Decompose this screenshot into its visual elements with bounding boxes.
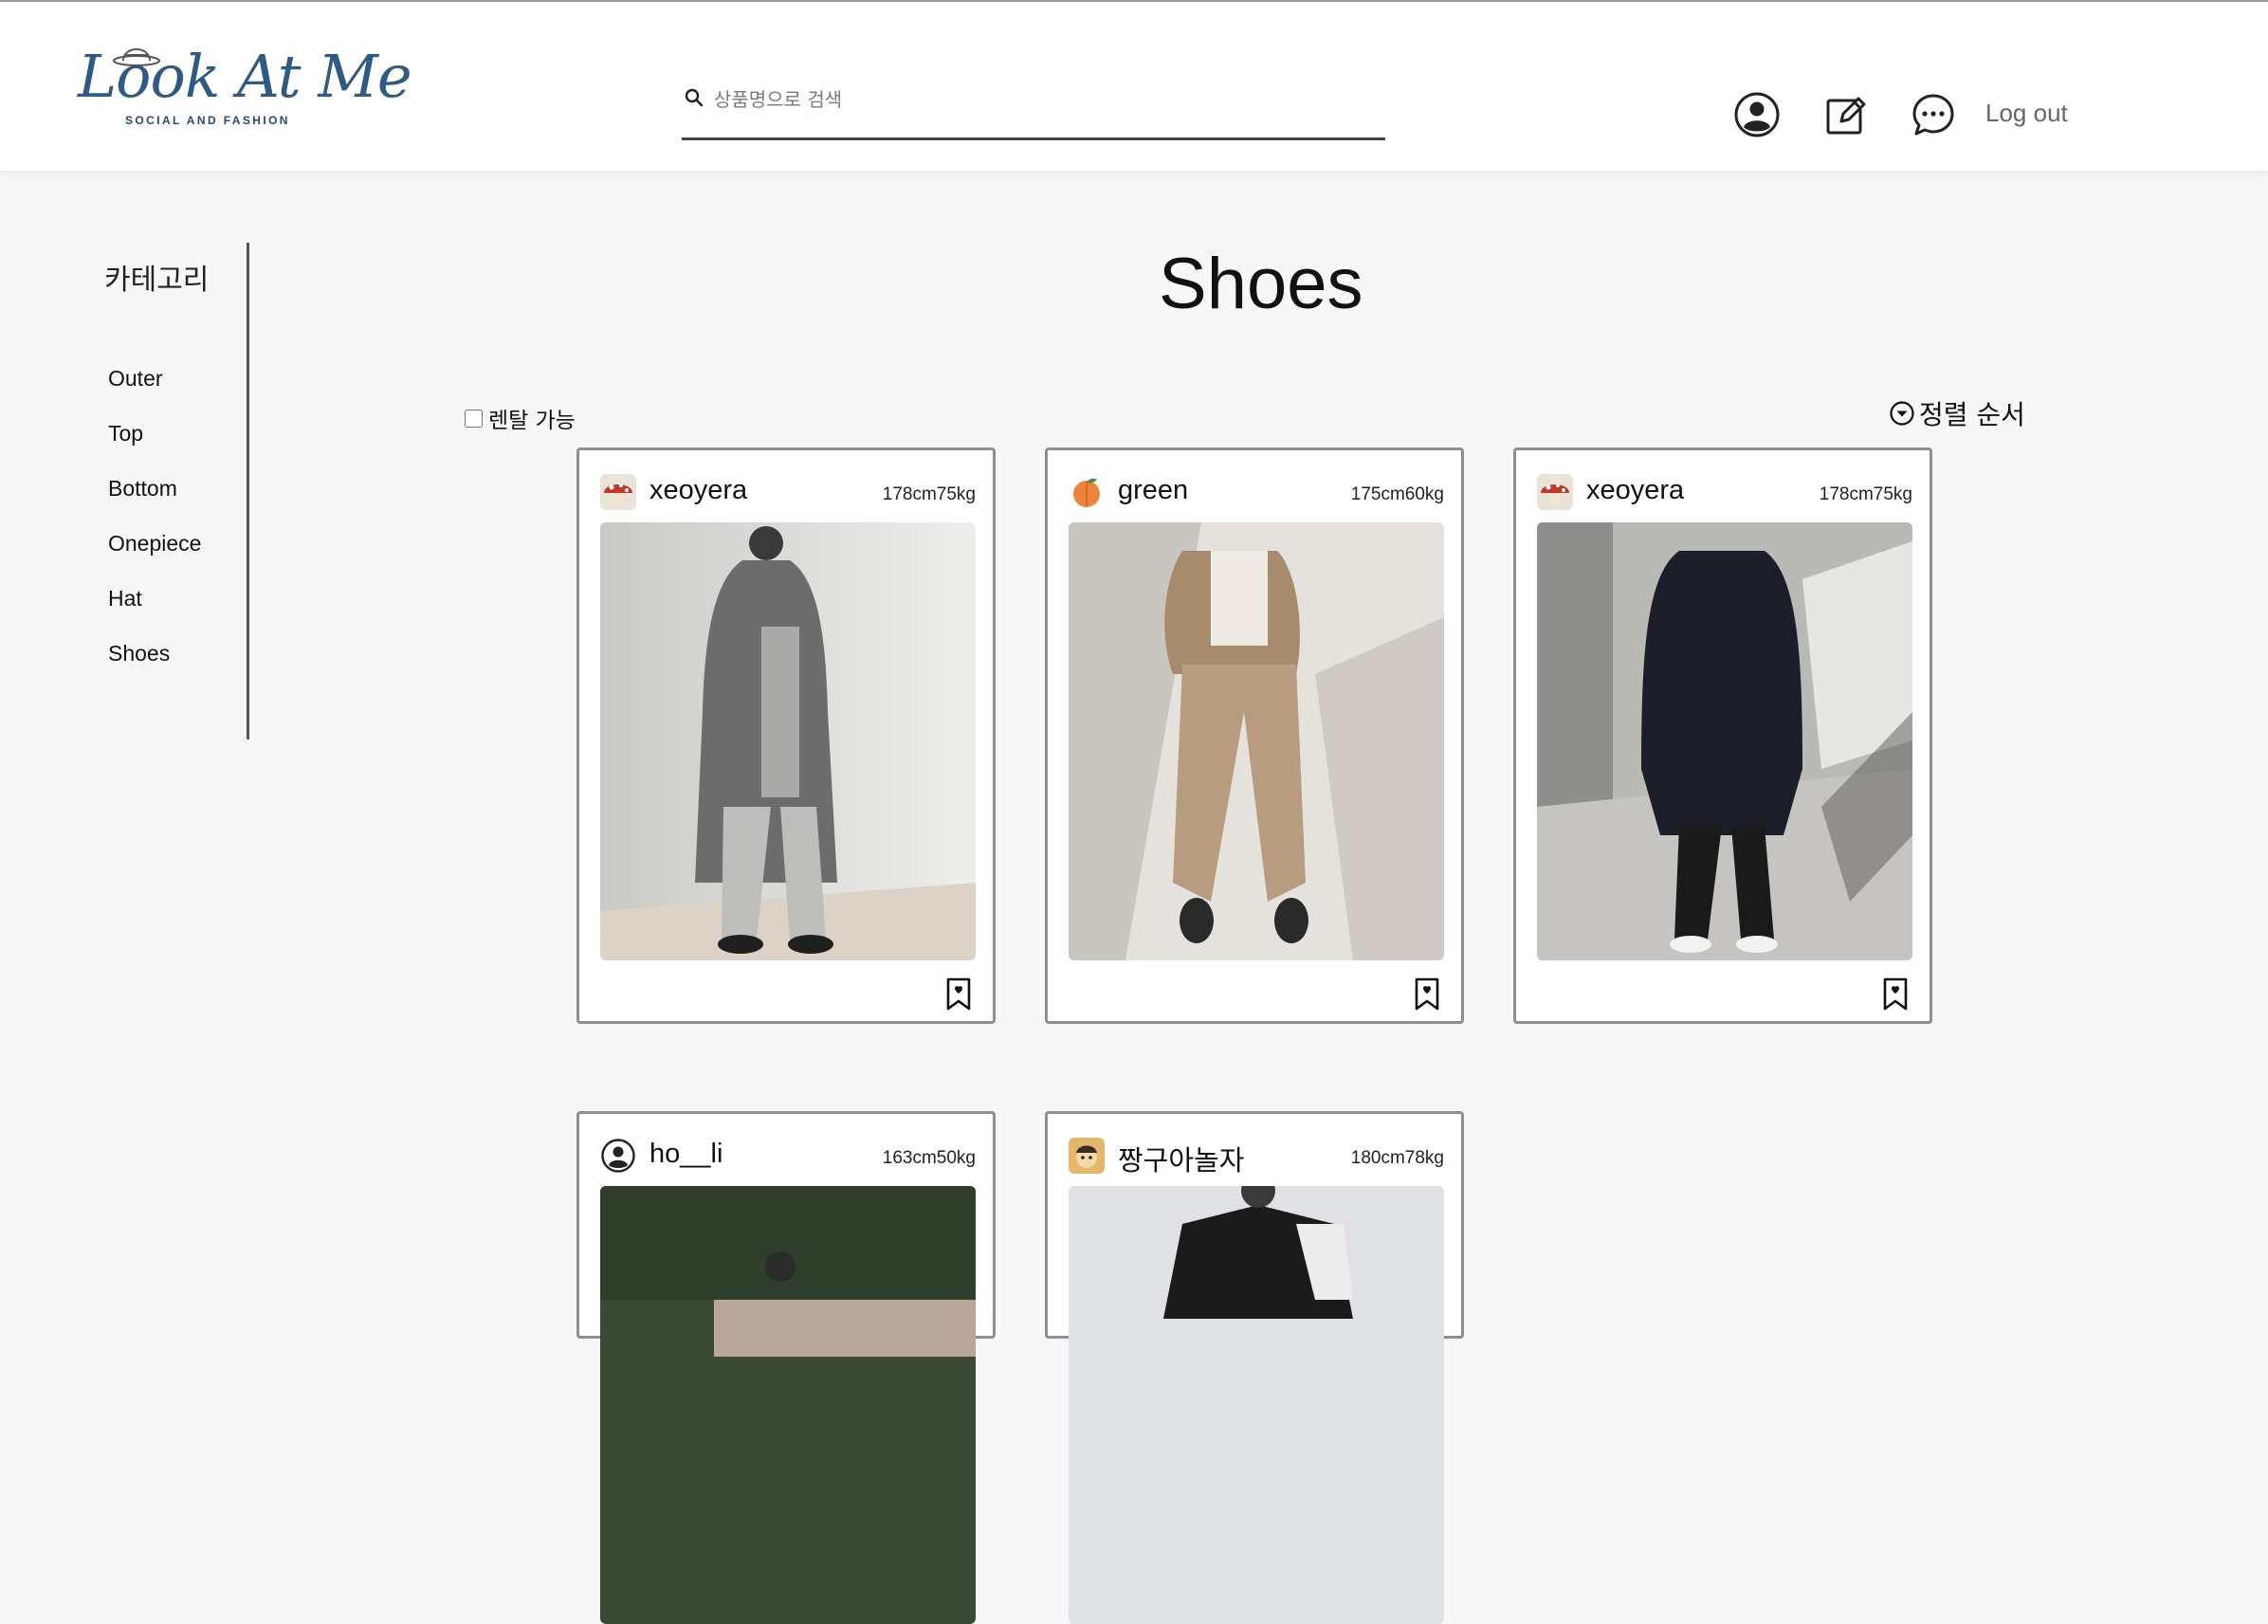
chevron-down-icon <box>1890 401 1914 426</box>
rental-label: 렌탈 가능 <box>488 409 576 433</box>
card-header: xeoyera 178cm75kg <box>1537 471 1912 513</box>
peach-avatar[interactable] <box>1069 474 1105 510</box>
search-icon <box>685 88 704 107</box>
site-logo[interactable]: Look At Me SOCIAL AND FASHION <box>78 38 412 133</box>
username[interactable]: xeoyera <box>649 475 747 506</box>
mushroom-avatar[interactable] <box>1537 474 1573 510</box>
sidebar-item-outer[interactable]: Outer <box>108 366 163 392</box>
sidebar-item-bottom[interactable]: Bottom <box>108 476 177 502</box>
sidebar-item-onepiece[interactable]: Onepiece <box>108 531 201 557</box>
search-bar <box>682 78 1385 140</box>
card-header: ho__li 163cm50kg <box>600 1135 976 1177</box>
outfit-photo[interactable] <box>600 1186 976 1624</box>
post-card[interactable]: ho__li 163cm50kg <box>576 1111 996 1624</box>
body-stats: 180cm78kg <box>1350 1148 1444 1168</box>
profile-icon[interactable] <box>1733 91 1781 138</box>
logo-subtitle: SOCIAL AND FASHION <box>125 114 290 127</box>
sidebar-item-top[interactable]: Top <box>108 421 143 447</box>
card-header: xeoyera 178cm75kg <box>600 471 976 513</box>
outfit-photo[interactable] <box>1537 522 1912 960</box>
chat-icon[interactable] <box>1910 91 1957 138</box>
mushroom-avatar[interactable] <box>600 474 636 510</box>
rental-filter[interactable]: 렌탈 가능 <box>465 402 576 434</box>
body-stats: 163cm50kg <box>882 1148 976 1168</box>
card-header: green 175cm60kg <box>1069 471 1444 513</box>
logout-link[interactable]: Log out <box>1985 99 2068 128</box>
edit-icon[interactable] <box>1822 91 1870 138</box>
username[interactable]: ho__li <box>649 1139 722 1170</box>
post-card[interactable]: green 175cm60kg <box>1045 447 1464 1024</box>
character-avatar[interactable] <box>1069 1138 1105 1174</box>
body-stats: 175cm60kg <box>1350 484 1444 504</box>
body-stats: 178cm75kg <box>882 484 976 504</box>
body-stats: 178cm75kg <box>1819 484 1912 504</box>
bookmark-icon[interactable] <box>945 977 972 1012</box>
sidebar-item-shoes[interactable]: Shoes <box>108 641 170 666</box>
sidebar-item-hat[interactable]: Hat <box>108 586 142 611</box>
sort-dropdown[interactable]: 정렬 순서 <box>1889 394 2025 432</box>
username[interactable]: xeoyera <box>1586 475 1684 506</box>
bookmark-icon[interactable] <box>1882 977 1909 1012</box>
sidebar-divider <box>247 243 249 739</box>
outfit-photo[interactable] <box>600 522 976 960</box>
logo-text: Look At Me <box>78 42 412 111</box>
post-card[interactable]: xeoyera 178cm75kg <box>576 447 996 1024</box>
default-user-avatar[interactable] <box>600 1138 636 1174</box>
username[interactable]: 짱구아놀자 <box>1118 1139 1244 1178</box>
search-input[interactable] <box>712 80 1370 119</box>
rental-checkbox[interactable] <box>465 409 483 428</box>
outfit-photo[interactable] <box>1069 1186 1444 1624</box>
page-title: Shoes <box>1159 244 1363 324</box>
post-card[interactable]: 짱구아놀자 180cm78kg <box>1045 1111 1464 1624</box>
post-card[interactable]: xeoyera 178cm75kg <box>1513 447 1932 1024</box>
bookmark-icon[interactable] <box>1414 977 1440 1012</box>
sidebar-title: 카테고리 <box>104 264 210 297</box>
sort-label: 정렬 순서 <box>1919 399 2025 430</box>
outfit-photo[interactable] <box>1069 522 1444 960</box>
username[interactable]: green <box>1118 475 1188 506</box>
card-header: 짱구아놀자 180cm78kg <box>1069 1135 1444 1177</box>
top-header: Look At Me SOCIAL AND FASHION Log out <box>0 0 2268 171</box>
